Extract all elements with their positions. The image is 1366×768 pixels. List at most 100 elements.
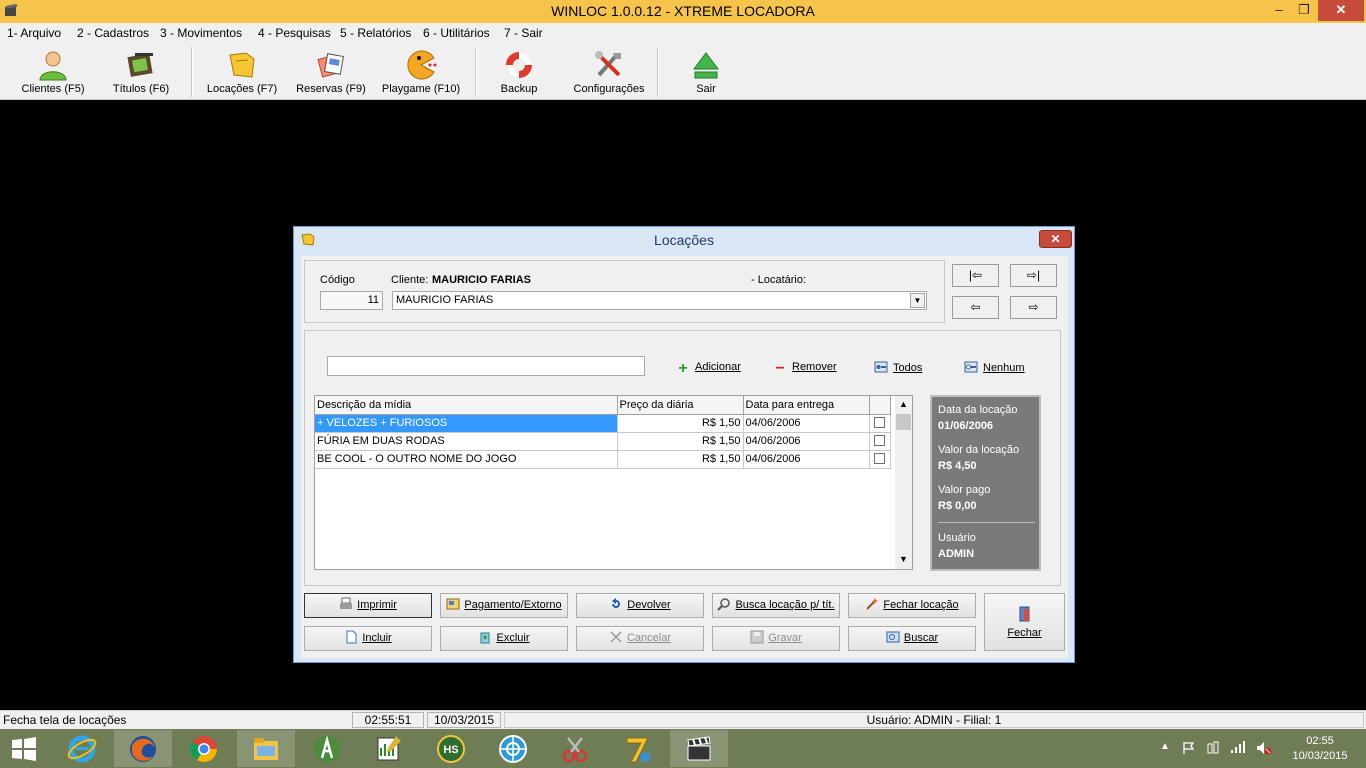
column-header-check[interactable] bbox=[869, 396, 891, 415]
maximize-button[interactable]: ❐ bbox=[1293, 0, 1315, 21]
todos-button[interactable]: Todos bbox=[874, 360, 922, 376]
taskbar-explorer[interactable] bbox=[237, 730, 295, 767]
menu-utilitarios[interactable]: 6 - Utilitários bbox=[423, 26, 490, 40]
column-header-preco[interactable]: Preço da diária bbox=[617, 396, 744, 415]
chevron-down-icon[interactable]: ▼ bbox=[910, 293, 925, 308]
table-scrollbar[interactable]: ▲ ▼ bbox=[895, 396, 912, 569]
close-button[interactable]: ✕ bbox=[1318, 0, 1364, 21]
payment-icon bbox=[446, 598, 460, 610]
recycle-bin-icon bbox=[480, 632, 490, 644]
cliente-name: MAURICIO FARIAS bbox=[432, 274, 531, 286]
dialog-close-button[interactable]: ✕ bbox=[1039, 230, 1072, 248]
buscar-button[interactable]: Buscar bbox=[848, 626, 976, 651]
rental-icon bbox=[229, 52, 255, 78]
row-checkbox[interactable] bbox=[874, 434, 885, 446]
row-checkbox[interactable] bbox=[874, 452, 885, 464]
column-header-descricao[interactable]: Descrição da mídia bbox=[315, 396, 618, 415]
items-table[interactable]: Descrição da mídia Preço da diária Data … bbox=[314, 395, 913, 570]
save-disk-icon bbox=[750, 630, 764, 644]
table-row[interactable]: + VELOZES + FURIOSOS R$ 1,50 04/06/2006 bbox=[315, 414, 891, 433]
taskbar-notepad[interactable] bbox=[360, 730, 418, 767]
flag-icon[interactable] bbox=[1182, 741, 1196, 755]
nav-prev-button[interactable]: ⇦ bbox=[952, 296, 999, 319]
taskbar-android-studio[interactable] bbox=[298, 730, 356, 767]
table-header-row: Descrição da mídia Preço da diária Data … bbox=[315, 396, 891, 415]
nav-next-button[interactable]: ⇨ bbox=[1010, 296, 1057, 319]
nenhum-button[interactable]: Nenhum bbox=[964, 360, 1025, 376]
taskbar: HS ▲ 02:55 10/03/2015 bbox=[0, 729, 1366, 768]
menu-cadastros[interactable]: 2 - Cadastros bbox=[77, 26, 149, 40]
toolbar-separator bbox=[191, 47, 193, 97]
menu-pesquisas[interactable]: 4 - Pesquisas bbox=[258, 26, 331, 40]
taskbar-hs-app[interactable]: HS bbox=[422, 730, 480, 767]
nav-last-button[interactable]: ⇨| bbox=[1010, 264, 1057, 287]
toolbar-sair-button[interactable]: Sair bbox=[676, 45, 736, 98]
menu-sair[interactable]: 7 - Sair bbox=[504, 26, 543, 40]
scroll-down-icon[interactable]: ▼ bbox=[895, 551, 912, 568]
windows-start-icon bbox=[12, 737, 36, 761]
nav-first-button[interactable]: |⇦ bbox=[952, 264, 999, 287]
incluir-button[interactable]: Incluir bbox=[304, 626, 432, 651]
toolbar-playgame-button[interactable]: Playgame (F10) bbox=[380, 45, 462, 98]
busca-locacao-button[interactable]: Busca locação p/ tít. bbox=[712, 593, 840, 618]
table-row[interactable]: BE COOL - O OUTRO NOME DO JOGO R$ 1,50 0… bbox=[315, 450, 891, 469]
toolbar-reservas-button[interactable]: Reservas (F9) bbox=[292, 45, 370, 98]
scroll-thumb[interactable] bbox=[896, 414, 911, 430]
menu-relatorios[interactable]: 5 - Relatórios bbox=[340, 26, 411, 40]
toolbar-clientes-button[interactable]: Clientes (F5) bbox=[12, 45, 94, 98]
taskbar-ie[interactable] bbox=[53, 730, 111, 767]
taskbar-winloc[interactable] bbox=[670, 730, 728, 767]
signal-icon[interactable] bbox=[1230, 740, 1246, 754]
devolver-button[interactable]: Devolver bbox=[576, 593, 704, 618]
valor-pago-label: Valor pago bbox=[938, 484, 991, 496]
search-input[interactable] bbox=[327, 356, 645, 376]
taskbar-scissors-app[interactable] bbox=[546, 730, 604, 767]
cell-preco: R$ 1,50 bbox=[617, 414, 744, 433]
start-button[interactable] bbox=[0, 730, 50, 767]
menu-bar: 1- Arquivo 2 - Cadastros 3 - Movimentos … bbox=[0, 23, 1366, 43]
table-row[interactable]: FÚRIA EM DUAS RODAS R$ 1,50 04/06/2006 bbox=[315, 432, 891, 451]
check-all-icon bbox=[874, 361, 888, 373]
locatario-select[interactable]: MAURICIO FARIAS ▼ bbox=[392, 291, 927, 310]
taskbar-seven-app[interactable] bbox=[608, 730, 666, 767]
excluir-button[interactable]: Excluir bbox=[440, 626, 568, 651]
codigo-field[interactable]: 11 bbox=[320, 291, 383, 310]
adicionar-button[interactable]: + Adicionar bbox=[676, 360, 741, 377]
locacoes-dialog: Locações ✕ Código 11 Cliente: MAURICIO F… bbox=[293, 226, 1075, 663]
fechar-button[interactable]: Fechar bbox=[984, 593, 1065, 651]
cell-descricao: FÚRIA EM DUAS RODAS bbox=[315, 432, 618, 451]
cancelar-button[interactable]: Cancelar bbox=[576, 626, 704, 651]
locatario-value: MAURICIO FARIAS bbox=[396, 294, 494, 306]
cell-data: 04/06/2006 bbox=[743, 450, 870, 469]
info-panel: Data da locação 01/06/2006 Valor da loca… bbox=[930, 395, 1041, 571]
toolbar-titulos-button[interactable]: Títulos (F6) bbox=[102, 45, 180, 98]
toolbar-locacoes-button[interactable]: Locações (F7) bbox=[202, 45, 282, 98]
tray-expand-icon[interactable]: ▲ bbox=[1160, 741, 1170, 752]
menu-movimentos[interactable]: 3 - Movimentos bbox=[160, 26, 242, 40]
imprimir-button[interactable]: Imprimir bbox=[304, 593, 432, 618]
chrome-icon bbox=[190, 736, 218, 763]
minimize-button[interactable]: – bbox=[1268, 0, 1290, 21]
menu-arquivo[interactable]: 1- Arquivo bbox=[7, 26, 61, 40]
items-table-body: Descrição da mídia Preço da diária Data … bbox=[315, 396, 891, 469]
taskbar-chrome[interactable] bbox=[175, 730, 233, 767]
door-exit-icon bbox=[1019, 606, 1029, 622]
taskbar-network-app[interactable] bbox=[484, 730, 542, 767]
volume-muted-icon[interactable] bbox=[1256, 741, 1272, 755]
toolbar-backup-button[interactable]: Backup bbox=[488, 45, 550, 98]
row-checkbox[interactable] bbox=[874, 416, 885, 428]
fechar-locacao-button[interactable]: Fechar locação bbox=[848, 593, 976, 618]
column-header-data[interactable]: Data para entrega bbox=[743, 396, 870, 415]
pagamento-button[interactable]: Pagamento/Extorno bbox=[440, 593, 568, 618]
taskbar-firefox[interactable] bbox=[114, 730, 172, 767]
android-studio-icon bbox=[314, 735, 340, 762]
scroll-up-icon[interactable]: ▲ bbox=[895, 396, 912, 413]
firefox-icon bbox=[130, 736, 156, 762]
taskbar-clock[interactable]: 02:55 10/03/2015 bbox=[1280, 734, 1360, 764]
battery-icon[interactable] bbox=[1206, 741, 1220, 755]
remover-button[interactable]: − Remover bbox=[773, 360, 836, 377]
usuario-label: Usuário bbox=[938, 532, 976, 544]
toolbar-configuracoes-button[interactable]: Configurações bbox=[566, 45, 652, 98]
gravar-button[interactable]: Gravar bbox=[712, 626, 840, 651]
cell-check bbox=[869, 432, 891, 451]
